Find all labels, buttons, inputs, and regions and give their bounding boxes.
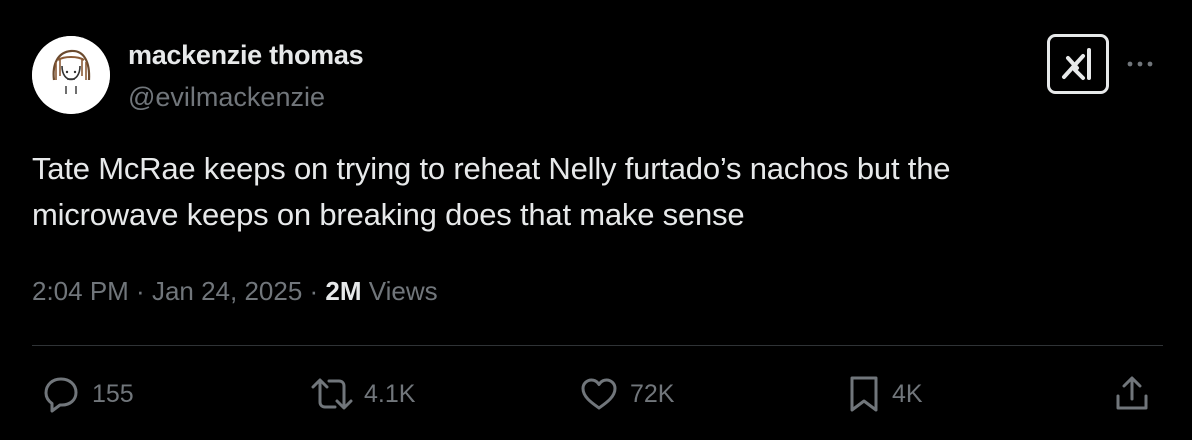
views-label: Views bbox=[361, 276, 438, 306]
user-handle[interactable]: @evilmackenzie bbox=[128, 82, 325, 113]
meta-separator: · bbox=[128, 276, 152, 306]
repost-button[interactable]: 4.1K bbox=[310, 374, 415, 414]
tweet-card: mackenzie thomas @evilmackenzie Tate McR… bbox=[0, 0, 1192, 440]
reply-icon bbox=[44, 377, 78, 413]
like-button[interactable]: 72K bbox=[578, 374, 674, 414]
avatar-drawing-icon bbox=[32, 36, 110, 114]
more-options-button[interactable] bbox=[1124, 48, 1156, 80]
avatar[interactable] bbox=[32, 36, 110, 114]
views-count: 2M bbox=[325, 276, 362, 306]
display-name[interactable]: mackenzie thomas bbox=[128, 40, 364, 71]
tweet-text: Tate McRae keeps on trying to reheat Nel… bbox=[32, 146, 1152, 238]
heart-icon bbox=[581, 378, 617, 410]
bookmark-count: 4K bbox=[892, 379, 923, 408]
tweet-text-line: microwave keeps on breaking does that ma… bbox=[32, 197, 745, 232]
reply-count: 155 bbox=[92, 379, 134, 408]
bookmark-button[interactable]: 4K bbox=[846, 374, 923, 414]
tweet-time[interactable]: 2:04 PM bbox=[32, 276, 129, 306]
share-button[interactable] bbox=[1112, 374, 1152, 414]
tweet-date[interactable]: Jan 24, 2025 bbox=[152, 276, 302, 306]
repost-icon bbox=[311, 378, 353, 410]
grok-button[interactable] bbox=[1047, 34, 1109, 94]
meta-separator: · bbox=[302, 276, 326, 306]
divider bbox=[32, 345, 1163, 346]
grok-icon bbox=[1047, 34, 1109, 94]
repost-count: 4.1K bbox=[364, 379, 416, 408]
like-count: 72K bbox=[630, 379, 675, 408]
tweet-text-line: Tate McRae keeps on trying to reheat Nel… bbox=[32, 151, 951, 186]
reply-button[interactable]: 155 bbox=[40, 374, 134, 414]
tweet-meta: 2:04 PM · Jan 24, 2025 · 2M Views bbox=[32, 276, 438, 307]
bookmark-icon bbox=[850, 376, 878, 412]
share-icon bbox=[1116, 376, 1148, 410]
more-icon bbox=[1127, 61, 1153, 67]
